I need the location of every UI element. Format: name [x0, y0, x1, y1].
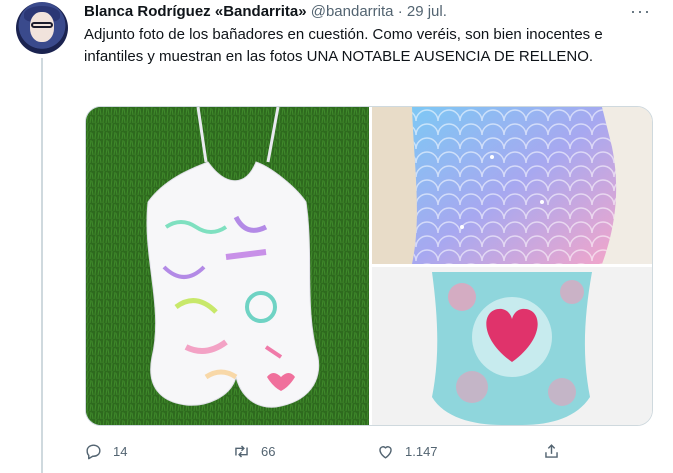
reply-count: 14 — [113, 443, 128, 459]
swimsuit-photo-mermaid[interactable] — [372, 107, 652, 264]
author-handle[interactable]: @bandarrita — [311, 3, 394, 20]
thread-line — [41, 58, 43, 473]
heart-icon — [379, 445, 392, 459]
like-button[interactable]: 1.147 — [376, 440, 438, 462]
reply-button[interactable]: 14 — [84, 440, 127, 462]
tweet-date[interactable]: 29 jul. — [407, 3, 447, 20]
retweet-arrows-icon — [235, 444, 248, 458]
tweet-header: Blanca Rodríguez «Bandarrita» @bandarrit… — [84, 2, 447, 22]
media-grid — [85, 106, 653, 426]
tweet-text: Adjunto foto de los bañadores en cuestió… — [84, 26, 603, 65]
tweet-actions: 14 66 1.147 — [84, 440, 664, 464]
swimsuit-photo-graffiti[interactable] — [86, 107, 369, 425]
share-upload-icon — [545, 443, 558, 458]
share-button[interactable] — [542, 440, 571, 462]
retweet-count: 66 — [261, 443, 276, 459]
swimsuit-photo-tiedye-heart[interactable] — [372, 267, 652, 425]
retweet-button[interactable]: 66 — [232, 440, 275, 462]
more-options-icon[interactable]: ··· — [630, 2, 651, 20]
separator-dot: · — [397, 3, 403, 20]
avatar[interactable] — [16, 2, 68, 54]
like-count: 1.147 — [405, 443, 438, 459]
speech-bubble-icon — [86, 443, 101, 459]
author-name[interactable]: Blanca Rodríguez «Bandarrita» — [84, 3, 307, 20]
